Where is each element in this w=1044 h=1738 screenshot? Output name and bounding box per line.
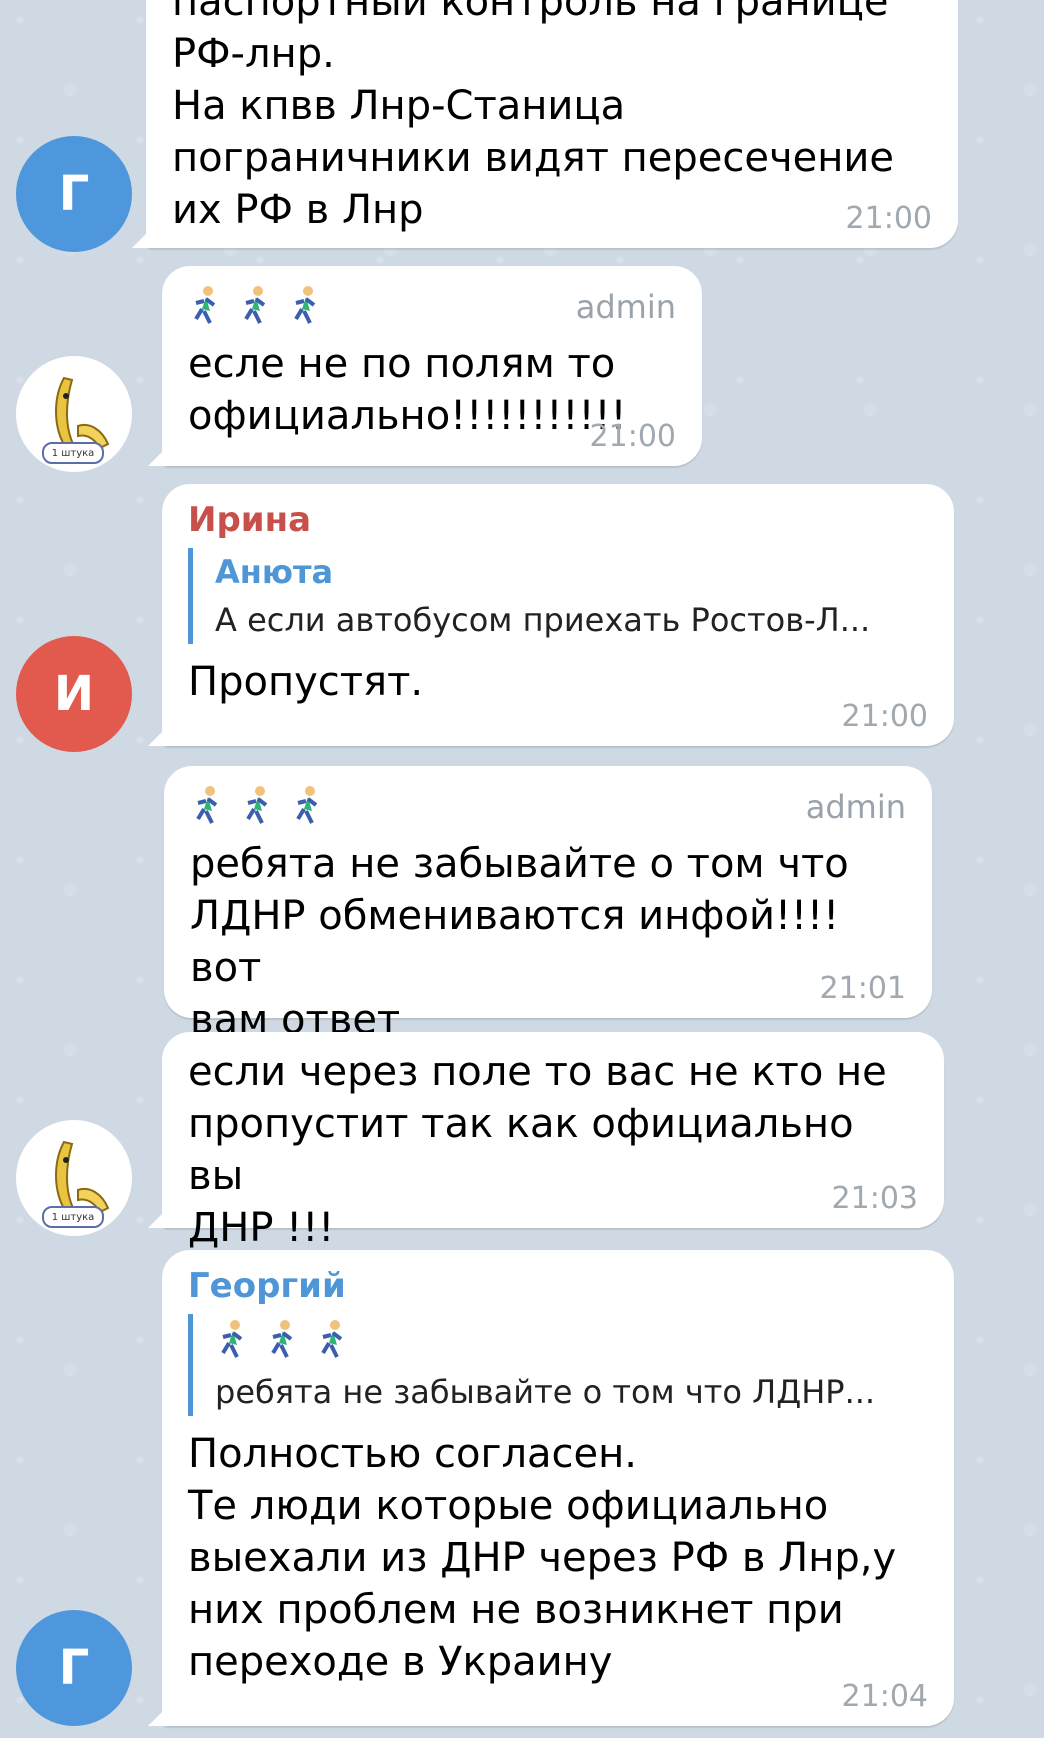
message-time: 21:04	[841, 1679, 928, 1714]
avatar-initial: Г	[58, 166, 90, 222]
runner-emoji-icon	[244, 286, 266, 324]
runner-emoji-icon	[321, 1320, 343, 1358]
message-bubble[interactable]: admin есле не по полям то официально!!!!…	[162, 266, 702, 466]
message-time: 21:00	[841, 699, 928, 734]
sender-name[interactable]: Ирина	[188, 498, 928, 542]
runner-emoji-icon	[194, 286, 216, 324]
avatar-initial: Г	[58, 1640, 90, 1696]
avatar-initial: И	[53, 666, 95, 722]
user-avatar[interactable]: 1 штука	[16, 356, 132, 472]
runner-emoji-row	[190, 780, 906, 834]
message-text: ребята не забывайте о том что ЛДНР обмен…	[190, 841, 849, 1043]
message-text: Полностью согласен. Те люди которые офиц…	[188, 1431, 897, 1685]
message-bubble[interactable]: Георгий ребята не забывайте о том что ЛД…	[162, 1250, 954, 1726]
message-time: 21:03	[831, 1181, 918, 1216]
message-text: Пропустят.	[188, 659, 424, 705]
message-text: если через поле то вас не кто не пропуст…	[188, 1049, 887, 1251]
reply-quote[interactable]: ребята не забывайте о том что ЛДНР...	[188, 1314, 928, 1416]
message-time: 21:01	[819, 971, 906, 1006]
message-time: 21:00	[589, 419, 676, 454]
runner-emoji-icon	[196, 786, 218, 824]
avatar-badge: 1 штука	[42, 1206, 104, 1228]
reply-quote[interactable]: Анюта А если автобусом приехать Ростов-Л…	[188, 548, 928, 644]
user-avatar[interactable]: И	[16, 636, 132, 752]
runner-emoji-row	[215, 1314, 928, 1368]
quote-sender: Анюта	[215, 553, 334, 591]
message-time: 21:00	[845, 201, 932, 236]
runner-emoji-icon	[271, 1320, 293, 1358]
quote-text: А если автобусом приехать Ростов-Л...	[215, 601, 871, 639]
message-bubble[interactable]: Ирина Анюта А если автобусом приехать Ро…	[162, 484, 954, 746]
message-bubble[interactable]: паспортный контроль на границе РФ-лнр. Н…	[146, 0, 958, 248]
user-avatar[interactable]: 1 штука	[16, 1120, 132, 1236]
message-bubble[interactable]: если через поле то вас не кто не пропуст…	[162, 1032, 944, 1251]
user-avatar[interactable]: Г	[16, 136, 132, 252]
avatar-badge: 1 штука	[42, 442, 104, 464]
runner-emoji-icon	[221, 1320, 243, 1358]
admin-tag: admin	[575, 288, 676, 326]
runner-emoji-icon	[246, 786, 268, 824]
quote-text: ребята не забывайте о том что ЛДНР...	[215, 1373, 876, 1411]
sender-name[interactable]: Георгий	[188, 1264, 928, 1308]
runner-emoji-icon	[294, 286, 316, 324]
runner-emoji-icon	[296, 786, 318, 824]
user-avatar[interactable]: Г	[16, 1610, 132, 1726]
admin-tag: admin	[805, 788, 906, 826]
message-bubble[interactable]: admin ребята не забывайте о том что ЛДНР…	[164, 766, 932, 1043]
message-text: паспортный контроль на границе РФ-лнр. Н…	[172, 0, 895, 233]
